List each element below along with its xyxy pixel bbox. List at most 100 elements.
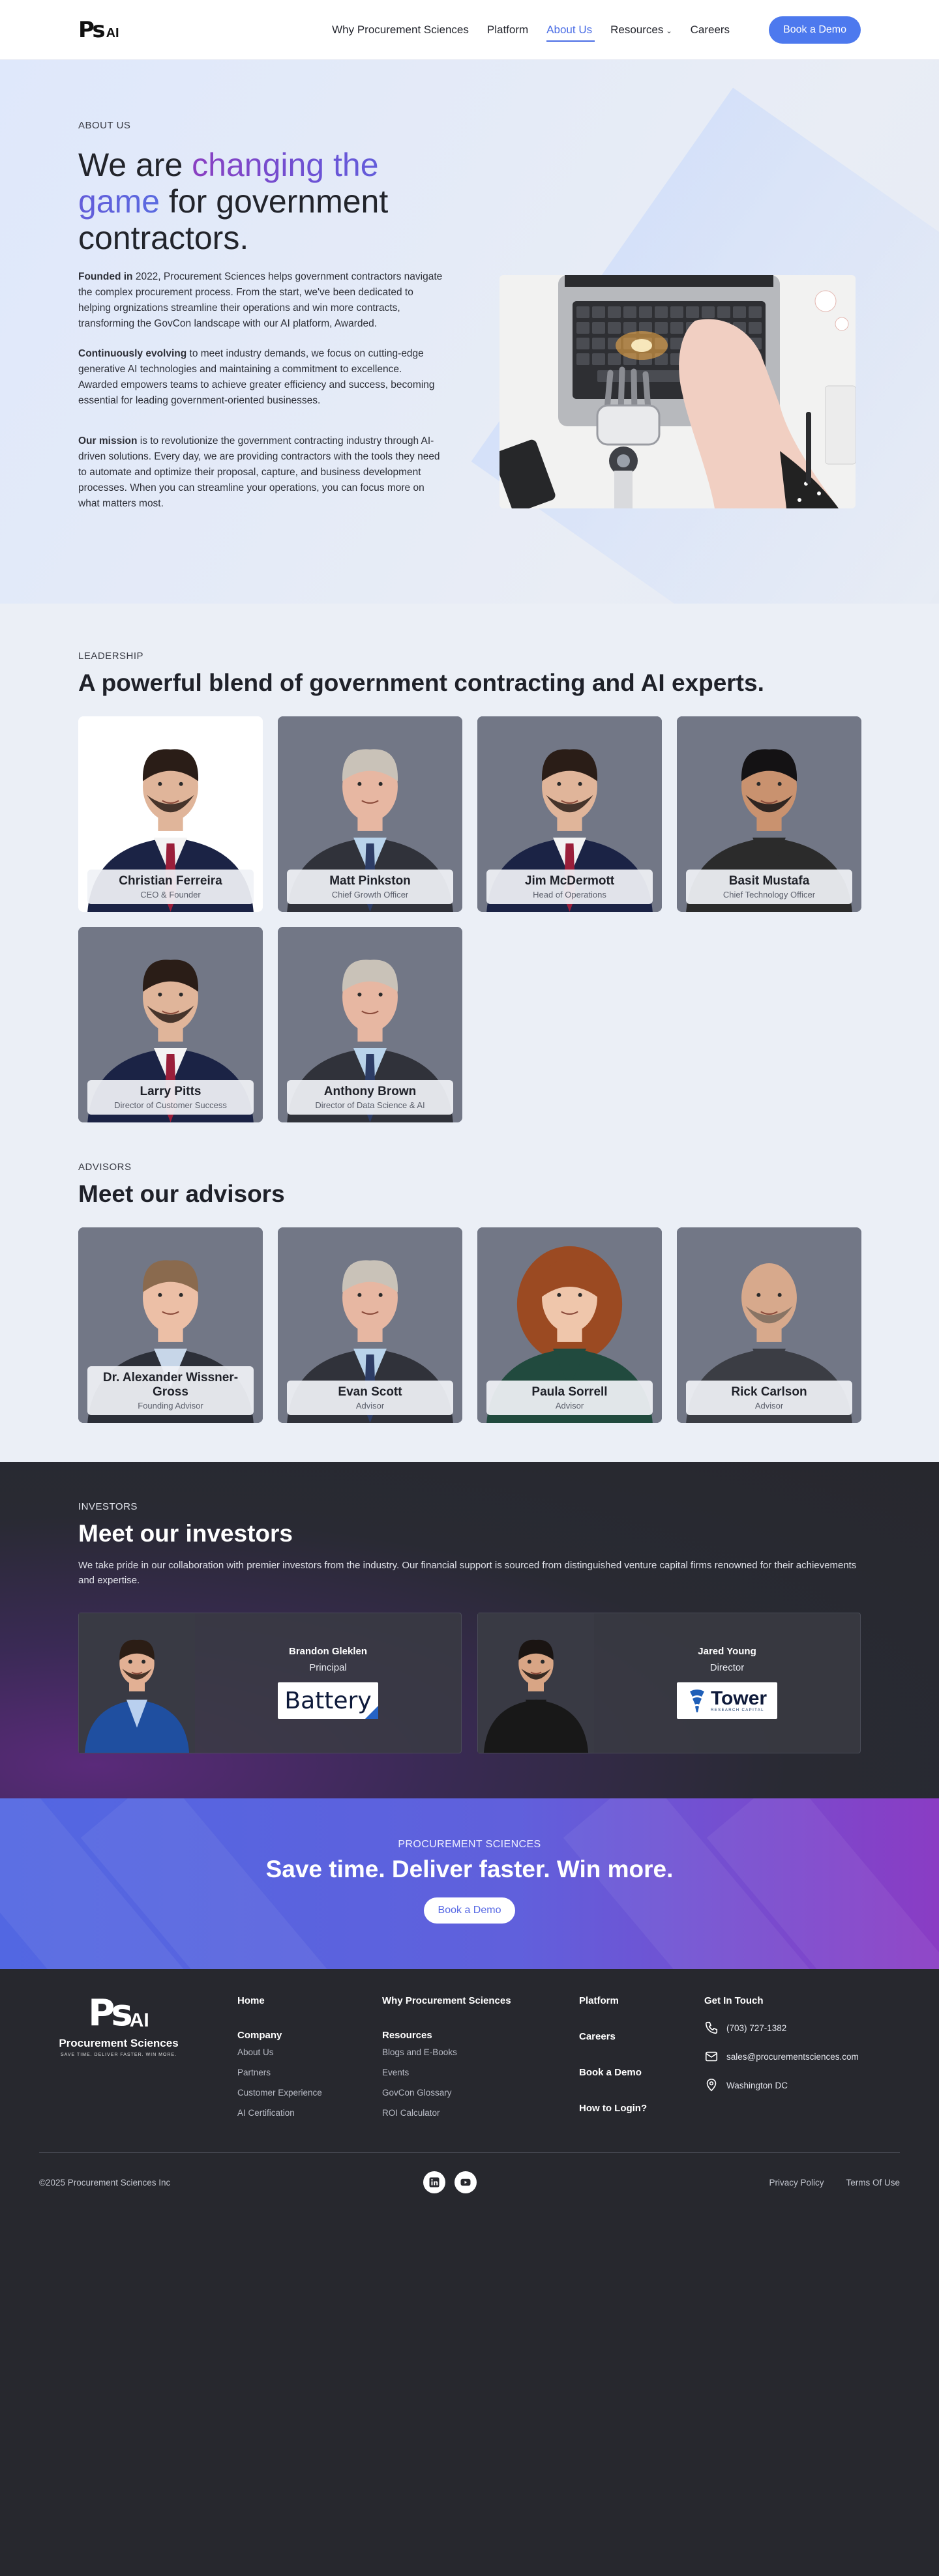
nav-resources[interactable]: Resources ⌄	[610, 23, 672, 37]
footer-link-about-us[interactable]: About Us	[237, 2047, 382, 2057]
team-card-label: Jim McDermott Head of Operations	[486, 870, 653, 904]
team-card[interactable]: Larry Pitts Director of Customer Success	[78, 927, 263, 1122]
about-hero: ABOUT US We are changing the game for go…	[0, 60, 939, 604]
advisor-card-role: Advisor	[555, 1401, 584, 1411]
team-card[interactable]: Matt Pinkston Chief Growth Officer	[278, 716, 462, 912]
hero-paragraph-mission: Our mission is to revolutionize the gove…	[78, 433, 443, 512]
advisor-card-role: Advisor	[754, 1401, 784, 1411]
investor-title: Principal	[309, 1662, 347, 1673]
footer-login-link[interactable]: How to Login?	[579, 2103, 647, 2114]
linkedin-icon[interactable]	[423, 2171, 446, 2193]
team-card-label: Anthony Brown Director of Data Science & …	[287, 1080, 453, 1115]
footer-divider	[39, 2152, 900, 2153]
footer-col-platform: Platform Careers Book a Demo How to Logi…	[579, 1995, 704, 2118]
footer-link-glossary[interactable]: GovCon Glossary	[382, 2088, 579, 2098]
footer-careers-link[interactable]: Careers	[579, 2031, 616, 2042]
site-logo[interactable]: Ps AI	[78, 14, 137, 46]
hero-body: Founded in 2022, Procurement Sciences he…	[78, 269, 443, 512]
footer-brand-name: Procurement Sciences	[59, 2037, 179, 2049]
footer-location: Washington DC	[704, 2078, 900, 2092]
advisor-card[interactable]: Rick Carlson Advisor	[677, 1227, 861, 1423]
hero-paragraph-founded: Founded in 2022, Procurement Sciences he…	[78, 269, 443, 332]
team-card-label: Matt Pinkston Chief Growth Officer	[287, 870, 453, 904]
cta-book-demo-button[interactable]: Book a Demo	[423, 1897, 516, 1924]
team-card[interactable]: Christian Ferreira CEO & Founder	[78, 716, 263, 912]
advisor-card-name: Paula Sorrell	[531, 1385, 608, 1399]
investors-section: INVESTORS Meet our investors We take pri…	[0, 1462, 939, 1798]
nav-careers[interactable]: Careers	[691, 23, 730, 37]
investors-title: Meet our investors	[78, 1520, 293, 1547]
terms-of-use-link[interactable]: Terms Of Use	[846, 2178, 900, 2188]
investor-card[interactable]: Jared Young Director Tower RESEARCH CAPIT…	[477, 1613, 861, 1753]
footer-link-roi-calculator[interactable]: ROI Calculator	[382, 2108, 579, 2118]
team-card-name: Matt Pinkston	[329, 874, 411, 888]
footer-why-link[interactable]: Why Procurement Sciences	[382, 1995, 511, 2006]
team-card[interactable]: Anthony Brown Director of Data Science & …	[278, 927, 462, 1122]
footer-logo-ai-icon: AI	[129, 2010, 149, 2031]
team-card-name: Anthony Brown	[323, 1085, 417, 1098]
investors-eyebrow: INVESTORS	[78, 1501, 138, 1512]
advisor-card-role: Founding Advisor	[138, 1401, 203, 1411]
leadership-title: A powerful blend of government contracti…	[78, 669, 764, 696]
hero-paragraph-evolving: Continuously evolving to meet industry d…	[78, 346, 443, 409]
tower-logo-word: Tower	[710, 1688, 768, 1709]
footer-copyright: ©2025 Procurement Sciences Inc	[39, 2177, 171, 2188]
investor-card[interactable]: Brandon Gleklen Principal Battery	[78, 1613, 462, 1753]
youtube-icon[interactable]	[455, 2171, 477, 2193]
footer-link-blogs[interactable]: Blogs and E-Books	[382, 2047, 579, 2057]
footer-email[interactable]: sales@procurementsciences.com	[704, 2049, 900, 2064]
footer-link-partners[interactable]: Partners	[237, 2068, 382, 2077]
battery-logo-corner-icon	[365, 1706, 378, 1719]
social-links	[423, 2171, 477, 2193]
team-section: LEADERSHIP A powerful blend of governmen…	[0, 604, 939, 1462]
cta-title: Save time. Deliver faster. Win more.	[265, 1856, 674, 1882]
footer-email-text: sales@procurementsciences.com	[726, 2051, 859, 2062]
portrait-photo	[478, 1613, 594, 1753]
privacy-policy-link[interactable]: Privacy Policy	[769, 2178, 824, 2188]
advisors-block: ADVISORS Meet our advisors Dr. Alexander…	[78, 1162, 861, 1423]
footer-location-text: Washington DC	[726, 2080, 788, 2090]
footer-book-demo-link[interactable]: Book a Demo	[579, 2067, 642, 2078]
footer-platform-link[interactable]: Platform	[579, 1995, 619, 2006]
hero-title: We are changing the game for government …	[78, 147, 443, 256]
footer-link-events[interactable]: Events	[382, 2068, 579, 2077]
footer-home-link[interactable]: Home	[237, 1995, 265, 2006]
nav-why-procurement-sciences[interactable]: Why Procurement Sciences	[332, 23, 469, 37]
team-card-role: Chief Technology Officer	[723, 890, 816, 900]
nav-platform[interactable]: Platform	[487, 23, 528, 37]
footer-contact-heading: Get In Touch	[704, 1995, 764, 2006]
footer-logo[interactable]: Ps AI Procurement Sciences SAVE TIME. DEL…	[39, 1995, 198, 2118]
team-card[interactable]: Basit Mustafa Chief Technology Officer	[677, 716, 861, 912]
cta-eyebrow: PROCUREMENT SCIENCES	[398, 1839, 541, 1850]
footer-phone[interactable]: (703) 727-1382	[704, 2021, 900, 2035]
advisor-card[interactable]: Paula Sorrell Advisor	[477, 1227, 662, 1423]
footer-logo-mark-icon: Ps	[88, 1992, 132, 2034]
team-card[interactable]: Jim McDermott Head of Operations	[477, 716, 662, 912]
battery-ventures-logo: Battery	[278, 1682, 378, 1719]
cta-banner: PROCUREMENT SCIENCES Save time. Deliver …	[0, 1798, 939, 1969]
hero-title-pre: We are	[78, 147, 192, 183]
team-card-role: Head of Operations	[533, 890, 606, 900]
footer-company-heading: Company	[237, 2030, 282, 2041]
logo-ai-icon: AI	[106, 26, 119, 40]
team-card-name: Jim McDermott	[524, 874, 615, 888]
team-card-name: Basit Mustafa	[728, 874, 810, 888]
footer-col-contact: Get In Touch (703) 727-1382 sales@procur…	[704, 1995, 900, 2118]
advisor-card-role: Advisor	[355, 1401, 385, 1411]
tower-logo-icon	[689, 1690, 704, 1712]
nav-about-us[interactable]: About Us	[546, 23, 595, 42]
investors-row: Brandon Gleklen Principal Battery Jared …	[78, 1613, 861, 1753]
team-card-name: Christian Ferreira	[119, 874, 222, 888]
hero-paragraph-evolving-bold: Continuously evolving	[78, 348, 187, 359]
leadership-grid: Christian Ferreira CEO & Founder Matt Pin…	[78, 716, 861, 1122]
investors-intro: We take pride in our collaboration with …	[78, 1560, 857, 1586]
footer-col-why: Why Procurement Sciences Resources Blogs…	[382, 1995, 579, 2118]
team-card-name: Larry Pitts	[140, 1085, 201, 1098]
advisor-card[interactable]: Dr. Alexander Wissner-Gross Founding Advi…	[78, 1227, 263, 1423]
team-card-label: Basit Mustafa Chief Technology Officer	[686, 870, 852, 904]
nav-links: Why Procurement Sciences Platform About …	[332, 23, 730, 42]
book-demo-button[interactable]: Book a Demo	[769, 16, 861, 44]
advisor-card[interactable]: Evan Scott Advisor	[278, 1227, 462, 1423]
footer-link-ai-certification[interactable]: AI Certification	[237, 2108, 382, 2118]
footer-link-customer-experience[interactable]: Customer Experience	[237, 2088, 382, 2098]
